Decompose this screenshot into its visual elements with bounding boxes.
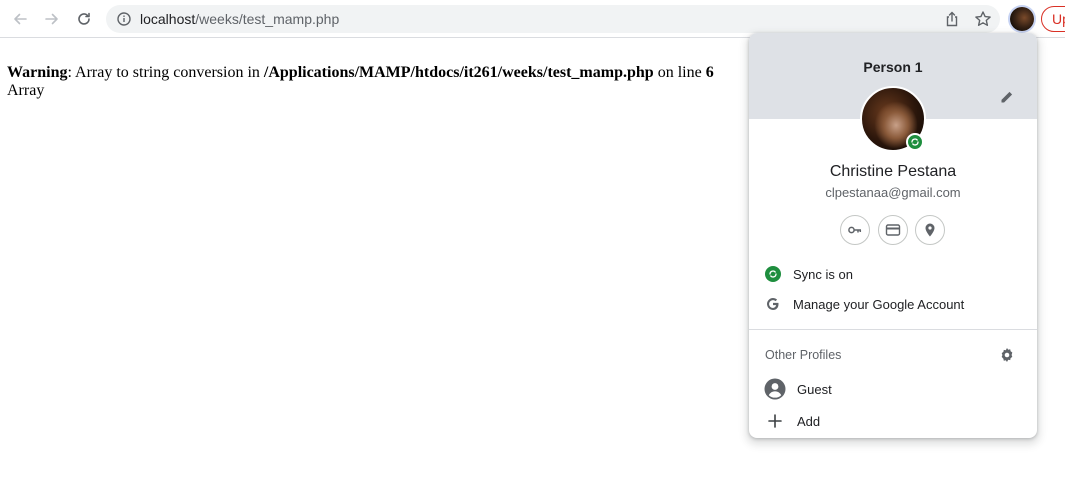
warning-file-path: /Applications/MAMP/htdocs/it261/weeks/te… [263, 64, 654, 81]
pencil-icon[interactable] [999, 89, 1015, 105]
url-host: localhost [140, 11, 196, 27]
warning-line-number: 6 [705, 64, 714, 81]
forward-button[interactable] [39, 6, 65, 32]
guest-label: Guest [797, 381, 832, 397]
sync-icon [764, 265, 782, 283]
google-g-icon [764, 295, 782, 313]
add-label: Add [797, 413, 821, 429]
add-profile-row[interactable]: Add [749, 406, 1037, 436]
back-button[interactable] [7, 6, 33, 32]
profile-menu: Person 1 Christine Pestana clpestanaa@gm… [749, 33, 1037, 438]
manage-account-row[interactable]: Manage your Google Account [749, 289, 1037, 319]
php-output: Array [7, 82, 45, 99]
passwords-button[interactable] [840, 215, 870, 245]
credit-card-icon [885, 224, 901, 236]
warning-text: : Array to string conversion in [67, 64, 264, 81]
profile-avatar-button[interactable] [1010, 7, 1034, 31]
arrow-right-icon [45, 13, 58, 25]
page-content: Warning: Array to string conversion in /… [7, 64, 714, 100]
profile-title: Person 1 [863, 59, 923, 75]
php-warning: Warning: Array to string conversion in /… [7, 64, 714, 82]
share-icon[interactable] [944, 11, 960, 27]
plus-icon [766, 412, 784, 430]
sync-label: Sync is on [793, 266, 853, 282]
address-bar[interactable]: localhost/weeks/test_mamp.php [106, 5, 1000, 33]
divider [749, 329, 1037, 330]
warning-online-text: on line [653, 64, 706, 81]
other-profiles-label: Other Profiles [765, 348, 842, 362]
sync-badge-icon [906, 133, 924, 151]
manage-account-label: Manage your Google Account [793, 296, 965, 312]
bookmark-star-icon[interactable] [974, 10, 992, 28]
payment-methods-button[interactable] [878, 215, 908, 245]
warning-label: Warning [7, 64, 68, 81]
reload-icon [78, 12, 90, 25]
profile-name: Christine Pestana [829, 163, 957, 180]
url-path: /weeks/test_mamp.php [195, 11, 340, 27]
gear-icon[interactable] [999, 347, 1015, 363]
guest-profile-row[interactable]: Guest [749, 374, 1037, 404]
key-icon [848, 226, 862, 234]
update-button[interactable]: Up [1041, 6, 1065, 32]
guest-avatar-icon [764, 378, 786, 400]
arrow-left-icon [14, 13, 27, 25]
addresses-button[interactable] [915, 215, 945, 245]
site-info-icon[interactable] [116, 11, 132, 27]
profile-email: clpestanaa@gmail.com [825, 185, 961, 200]
location-pin-icon [925, 223, 935, 237]
sync-row[interactable]: Sync is on [749, 259, 1037, 289]
reload-button[interactable] [71, 6, 97, 32]
url-text[interactable]: localhost/weeks/test_mamp.php [140, 11, 339, 27]
